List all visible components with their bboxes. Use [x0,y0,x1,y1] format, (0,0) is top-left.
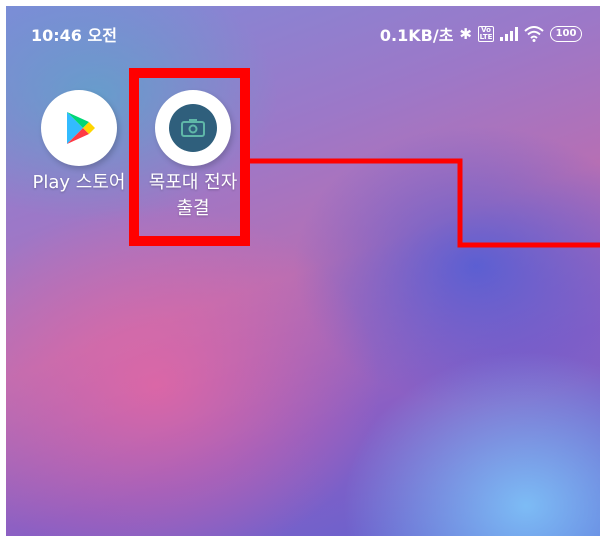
home-screen: 10:46 오전 0.1KB/초 ✱ Vo LTE 100 Play 스토어 목… [6,6,600,536]
annotation-connector [250,158,600,248]
